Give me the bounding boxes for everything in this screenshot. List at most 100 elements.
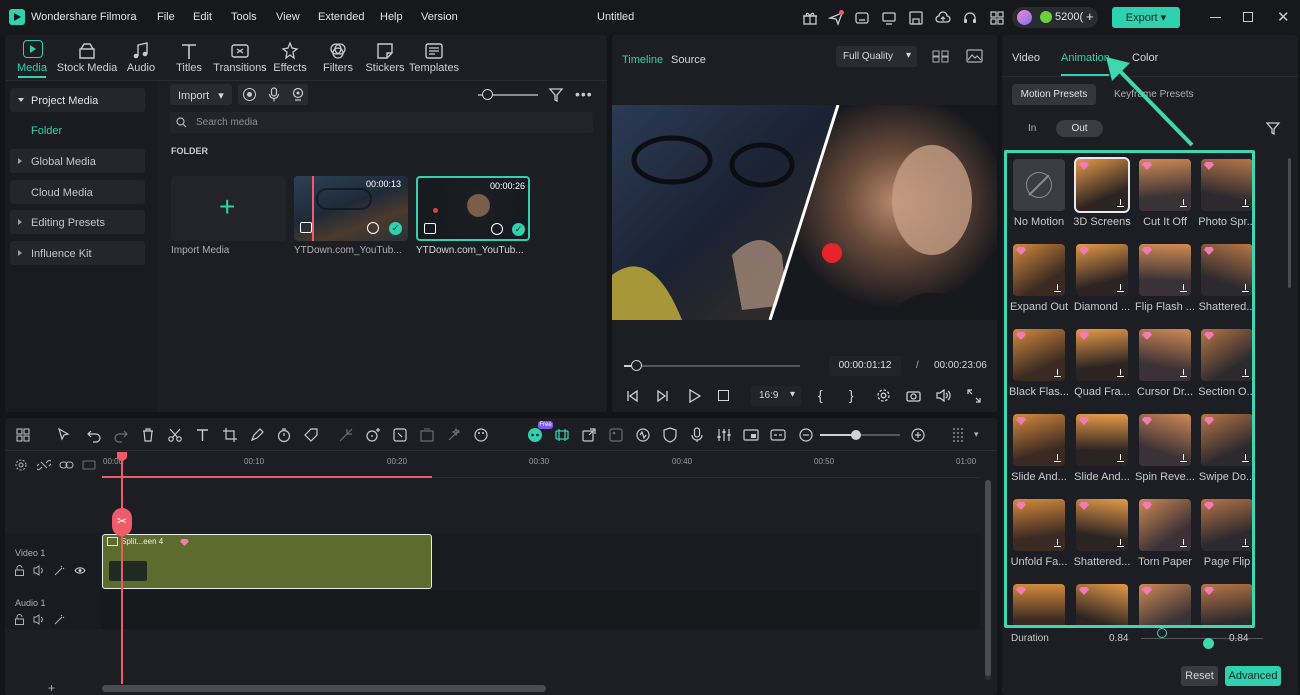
settings-gear-icon[interactable] [876,388,891,403]
stickers-icon[interactable] [375,41,395,61]
preset-tile[interactable] [1076,244,1128,296]
menu-help[interactable]: Help [380,11,403,23]
ai-frame-icon[interactable] [392,427,408,443]
preset-tile[interactable] [1076,329,1128,381]
current-time-field[interactable]: 00:00:01:12 [829,356,901,376]
advanced-button[interactable]: Advanced [1225,666,1281,686]
mute-speaker-icon[interactable] [33,614,45,625]
maximize-icon[interactable] [1243,12,1253,22]
subtitle-icon[interactable] [770,427,786,443]
ai-tool-icon[interactable] [365,427,381,443]
preset-tile[interactable] [1074,157,1130,213]
tab-source[interactable]: Source [671,54,706,66]
more-options-icon[interactable]: ••• [575,86,593,102]
volume-icon[interactable] [936,389,951,402]
filter-icon[interactable] [548,87,564,103]
toggle-out[interactable]: Out [1056,120,1103,137]
tab-timeline[interactable]: Timeline [622,54,663,66]
save-icon[interactable] [908,10,924,26]
menu-edit[interactable]: Edit [193,11,212,23]
zoom-slider-handle[interactable] [482,89,493,100]
preset-tile[interactable] [1076,414,1128,466]
preset-tile[interactable] [1139,499,1191,551]
image-icon[interactable] [966,49,983,63]
lock-icon[interactable] [14,565,25,576]
menu-file[interactable]: File [157,11,175,23]
subtab-motion-presets[interactable]: Motion Presets [1012,84,1096,105]
stock-media-icon[interactable] [77,41,97,61]
magic-icon[interactable] [446,427,462,443]
auto-cut-icon[interactable] [338,427,354,443]
preset-tile[interactable] [1076,499,1128,551]
timeline-vscroll[interactable] [985,480,991,680]
media-icon[interactable] [23,40,43,58]
eye-icon[interactable] [74,566,86,575]
grouping-icon[interactable] [419,427,435,443]
filters-icon[interactable] [328,41,348,61]
motion-track-icon[interactable] [635,427,651,443]
menu-extended[interactable]: Extended [318,11,364,23]
quality-select[interactable]: Full Quality ▾ [836,46,917,67]
preset-tile[interactable] [1139,244,1191,296]
send-icon[interactable] [828,10,844,26]
audio-track-lane[interactable] [102,591,980,629]
mark-out-icon[interactable]: } [849,387,854,403]
headset-icon[interactable] [962,10,978,26]
menu-version[interactable]: Version [421,11,458,23]
split-scissors-icon[interactable]: ✂ [112,508,132,536]
lock-icon[interactable] [14,614,25,625]
zoom-in-icon[interactable] [910,427,926,443]
export-button[interactable]: Export ▾ [1112,7,1180,28]
preset-tile[interactable] [1201,329,1252,381]
cloud-upload-icon[interactable] [935,10,951,26]
menu-view[interactable]: View [276,11,300,23]
player-progress-track[interactable] [624,365,800,367]
unlink-icon[interactable] [37,458,51,472]
timeline-tool-icon[interactable] [554,427,570,443]
grid-apps-icon[interactable] [989,10,1005,26]
playhead-line[interactable] [121,452,123,684]
snapshot-camera-icon[interactable] [906,389,921,402]
track-settings-icon[interactable] [14,458,28,472]
aspect-ratio-select[interactable]: 16:9 ▾ [751,386,801,406]
preset-tile[interactable] [1139,159,1191,211]
record-voice-icon[interactable] [689,427,705,443]
speed-timer-icon[interactable] [276,427,292,443]
dashboard-icon[interactable] [854,10,870,26]
layout-grid-icon[interactable] [932,50,949,63]
palette-icon[interactable] [473,427,489,443]
import-button[interactable]: Import ▾ [170,84,232,105]
reset-button[interactable]: Reset [1181,666,1218,686]
sidebar-item-project-media[interactable]: Project Media [10,88,145,112]
delete-icon[interactable] [140,427,156,443]
play-icon[interactable] [687,389,701,403]
zoom-out-icon[interactable] [798,427,814,443]
import-media-tile[interactable]: + [171,176,286,241]
shield-icon[interactable] [662,427,678,443]
gift-icon[interactable] [802,10,818,26]
duration-slider-handle[interactable] [1157,628,1167,638]
video-preview[interactable] [612,105,997,320]
select-cursor-icon[interactable] [56,427,72,443]
text-icon[interactable] [195,427,211,443]
add-track-icon[interactable]: + [48,681,55,695]
stop-icon[interactable] [718,390,729,401]
minimize-icon[interactable] [1210,17,1221,18]
crop-icon[interactable] [222,427,238,443]
timeline-zoom-handle[interactable] [851,430,861,440]
search-input[interactable]: Search media [170,112,593,133]
preset-tile[interactable] [1013,414,1065,466]
fullscreen-icon[interactable] [967,389,981,403]
preset-tile[interactable] [1013,329,1065,381]
chevron-down-icon[interactable]: ▾ [974,429,979,440]
microphone-icon[interactable] [268,87,280,102]
preset-tile[interactable] [1013,159,1065,211]
split-scissors-icon[interactable] [167,427,183,443]
preset-tile[interactable] [1201,159,1252,211]
media-thumbnail-1[interactable]: 00:00:13 ✓ [294,176,408,241]
preset-tile[interactable] [1013,499,1065,551]
mark-in-icon[interactable]: { [818,387,823,403]
filter-icon[interactable] [1266,121,1281,136]
sidebar-item-cloud-media[interactable]: Cloud Media [10,180,145,204]
tab-templates[interactable]: Templates [399,62,469,74]
